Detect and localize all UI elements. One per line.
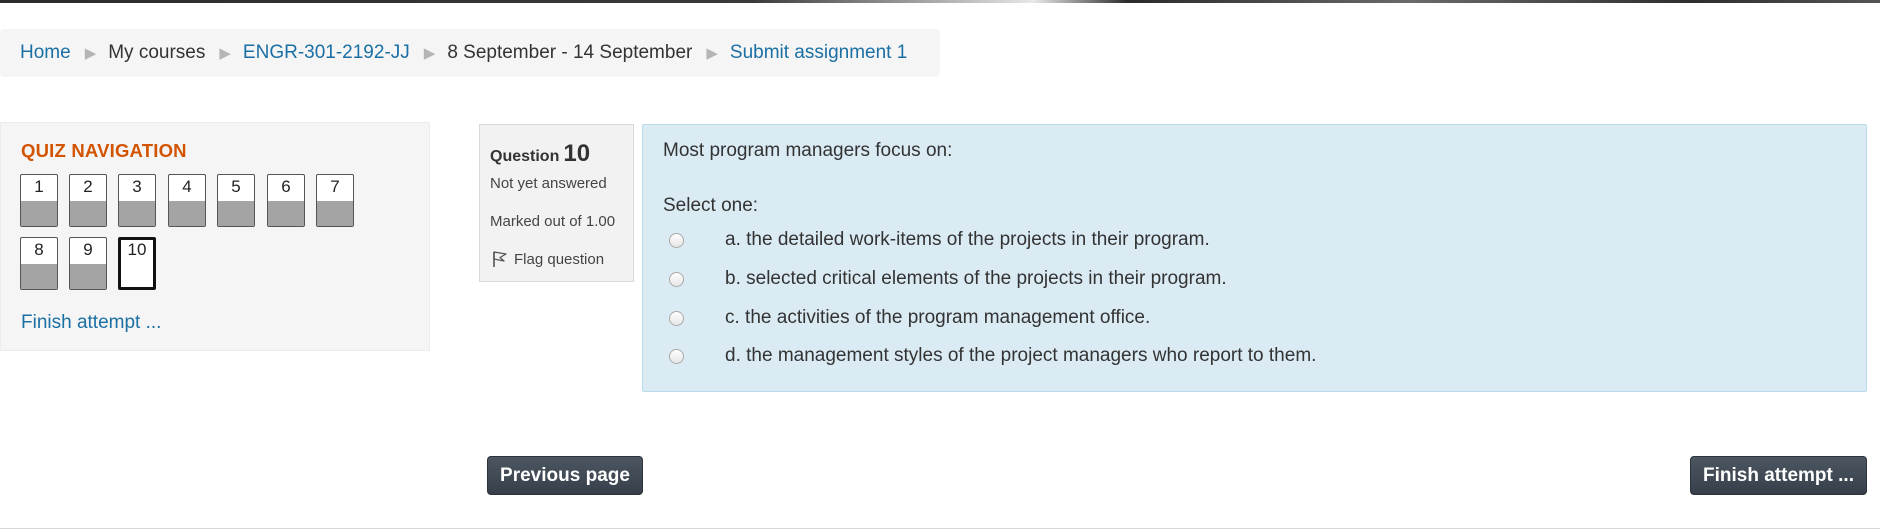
- breadcrumb-separator-icon: ▶: [219, 45, 231, 62]
- question-number: 10: [563, 140, 591, 167]
- answer-label-b: b. selected critical elements of the pro…: [725, 268, 1227, 289]
- answer-option-c[interactable]: c. the activities of the program managem…: [669, 303, 1150, 333]
- answer-option-d[interactable]: d. the management styles of the project …: [669, 341, 1316, 371]
- answer-radio-d[interactable]: [669, 348, 684, 364]
- quiz-nav-button-number: 2: [83, 177, 93, 196]
- quiz-nav-button-8[interactable]: 8: [20, 237, 58, 290]
- quiz-nav-button-4[interactable]: 4: [168, 174, 206, 227]
- question-grade: Marked out of 1.00: [490, 213, 616, 230]
- breadcrumb-course-link[interactable]: ENGR-301-2192-JJ: [243, 42, 410, 64]
- answered-indicator: [268, 201, 304, 226]
- quiz-navigation-title: QUIZ NAVIGATION: [21, 140, 187, 161]
- answer-radio-a[interactable]: [669, 232, 684, 248]
- answered-indicator: [21, 264, 57, 289]
- answered-indicator: [169, 201, 205, 226]
- breadcrumb-assignment-link[interactable]: Submit assignment 1: [730, 42, 907, 64]
- question-label: Question: [490, 148, 560, 165]
- answer-prompt: Select one:: [663, 195, 759, 216]
- quiz-nav-button-6[interactable]: 6: [267, 174, 305, 227]
- quiz-nav-button-number: 5: [231, 177, 241, 196]
- quiz-nav-button-5[interactable]: 5: [217, 174, 255, 227]
- quiz-navigation-block: QUIZ NAVIGATION 1 2 3 4 5 6 7 8 9 10 Fin…: [0, 122, 430, 351]
- quiz-nav-button-number: 10: [127, 240, 147, 259]
- quiz-nav-button-number: 6: [281, 177, 291, 196]
- question-content: Most program managers focus on: Select o…: [642, 124, 1867, 392]
- question-text: Most program managers focus on:: [663, 140, 953, 161]
- quiz-nav-button-1[interactable]: 1: [20, 174, 58, 227]
- quiz-nav-button-number: 1: [34, 177, 44, 196]
- quiz-nav-button-number: 9: [83, 240, 93, 259]
- quiz-nav-button-2[interactable]: 2: [69, 174, 107, 227]
- previous-page-button[interactable]: Previous page: [487, 456, 643, 495]
- quiz-nav-button-9[interactable]: 9: [69, 237, 107, 290]
- finish-attempt-link[interactable]: Finish attempt ...: [21, 312, 161, 334]
- question-number-heading: Question 10: [490, 140, 590, 168]
- quiz-nav-button-10-current[interactable]: 10: [118, 237, 156, 290]
- header-image-strip: [0, 0, 1880, 3]
- answer-label-c: c. the activities of the program managem…: [725, 307, 1151, 328]
- flag-question-label: Flag question: [514, 250, 605, 268]
- flag-icon: [493, 251, 507, 267]
- breadcrumb-separator-icon: ▶: [84, 45, 97, 62]
- quiz-nav-button-3[interactable]: 3: [118, 174, 156, 227]
- quiz-nav-button-number: 7: [330, 177, 340, 196]
- breadcrumb-week: 8 September - 14 September: [447, 42, 693, 63]
- finish-attempt-button[interactable]: Finish attempt ...: [1690, 456, 1867, 495]
- answer-option-a[interactable]: a. the detailed work-items of the projec…: [669, 225, 1210, 255]
- flag-question-toggle[interactable]: Flag question: [492, 250, 604, 268]
- question-state: Not yet answered: [490, 175, 607, 192]
- answer-radio-b[interactable]: [669, 271, 684, 287]
- quiz-nav-button-number: 8: [34, 240, 44, 259]
- quiz-nav-button-number: 4: [182, 177, 192, 196]
- breadcrumb: Home ▶ My courses ▶ ENGR-301-2192-JJ ▶ 8…: [0, 29, 940, 77]
- answer-label-d: d. the management styles of the project …: [725, 345, 1317, 366]
- answered-indicator: [218, 201, 254, 226]
- answered-indicator: [70, 201, 106, 226]
- answer-label-a: a. the detailed work-items of the projec…: [725, 229, 1210, 250]
- answer-option-b[interactable]: b. selected critical elements of the pro…: [669, 264, 1227, 294]
- answered-indicator: [317, 201, 353, 226]
- quiz-nav-button-number: 3: [132, 177, 142, 196]
- breadcrumb-my-courses: My courses: [108, 42, 206, 63]
- answered-indicator: [21, 201, 57, 226]
- answered-indicator: [70, 264, 106, 289]
- answer-radio-c[interactable]: [669, 310, 684, 326]
- breadcrumb-home-link[interactable]: Home: [20, 42, 71, 64]
- answered-indicator: [119, 201, 155, 226]
- quiz-nav-button-7[interactable]: 7: [316, 174, 354, 227]
- breadcrumb-separator-icon: ▶: [423, 45, 436, 62]
- question-info-panel: Question 10 Not yet answered Marked out o…: [479, 124, 634, 282]
- breadcrumb-separator-icon: ▶: [706, 45, 718, 62]
